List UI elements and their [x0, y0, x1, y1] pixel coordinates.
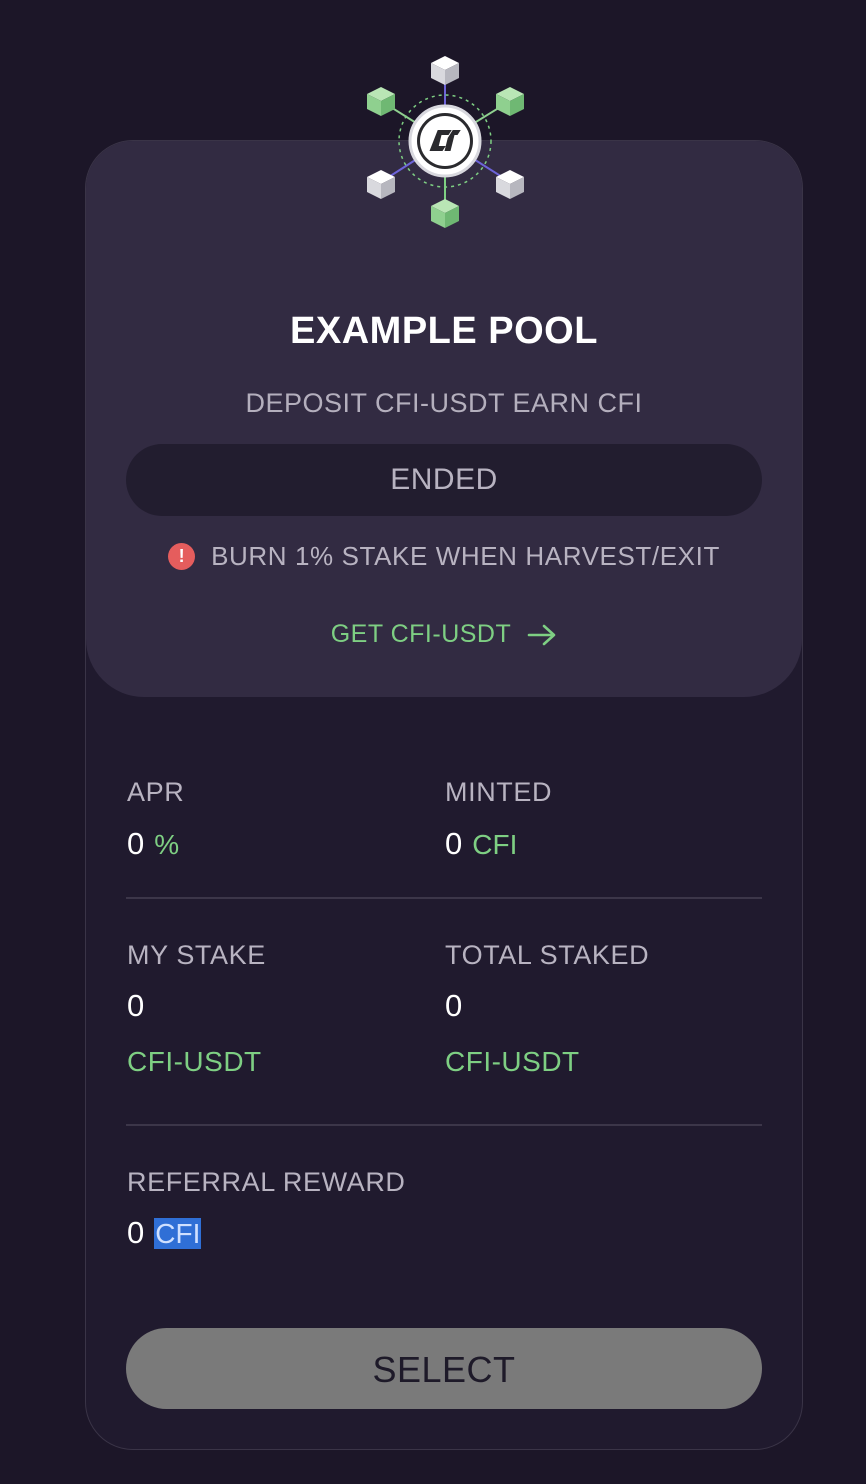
pool-status-badge: ENDED: [126, 444, 762, 516]
minted-label: MINTED: [445, 777, 553, 807]
referral-reward-label: REFERRAL REWARD: [127, 1167, 406, 1197]
apr-number: 0: [127, 826, 145, 861]
get-lp-token-link[interactable]: GET CFI-USDT: [85, 620, 803, 649]
alert-circle-icon: !: [168, 543, 196, 570]
pool-subtitle: DEPOSIT CFI-USDT EARN CFI: [245, 388, 643, 418]
total-staked-label: TOTAL STAKED: [445, 940, 650, 970]
my-stake-value: 0: [127, 988, 145, 1023]
burn-warning-text: BURN 1% STAKE WHEN HARVEST/EXIT: [211, 541, 720, 571]
my-stake-unit: CFI-USDT: [127, 1046, 262, 1077]
cfi-network-logo-icon: [367, 56, 524, 228]
referral-reward-value: 0 CFI: [127, 1215, 202, 1251]
arrow-right-icon: [527, 624, 556, 645]
pool-title: EXAMPLE POOL: [290, 310, 598, 352]
apr-value: 0%: [127, 826, 179, 862]
get-lp-token-label: GET CFI-USDT: [330, 620, 512, 648]
apr-unit: %: [154, 829, 180, 860]
minted-unit: CFI: [472, 829, 518, 860]
divider: [126, 1124, 762, 1126]
minted-value: 0 CFI: [445, 826, 517, 862]
total-staked-value: 0: [445, 988, 463, 1023]
select-button[interactable]: SELECT: [126, 1328, 762, 1409]
my-stake-label: MY STAKE: [127, 940, 266, 970]
minted-number: 0: [445, 826, 463, 861]
total-staked-unit: CFI-USDT: [445, 1046, 580, 1077]
apr-label: APR: [127, 777, 185, 807]
divider: [126, 897, 762, 899]
referral-reward-unit: CFI: [154, 1218, 202, 1249]
burn-warning: ! BURN 1% STAKE WHEN HARVEST/EXIT: [85, 541, 803, 572]
referral-reward-number: 0: [127, 1215, 145, 1250]
